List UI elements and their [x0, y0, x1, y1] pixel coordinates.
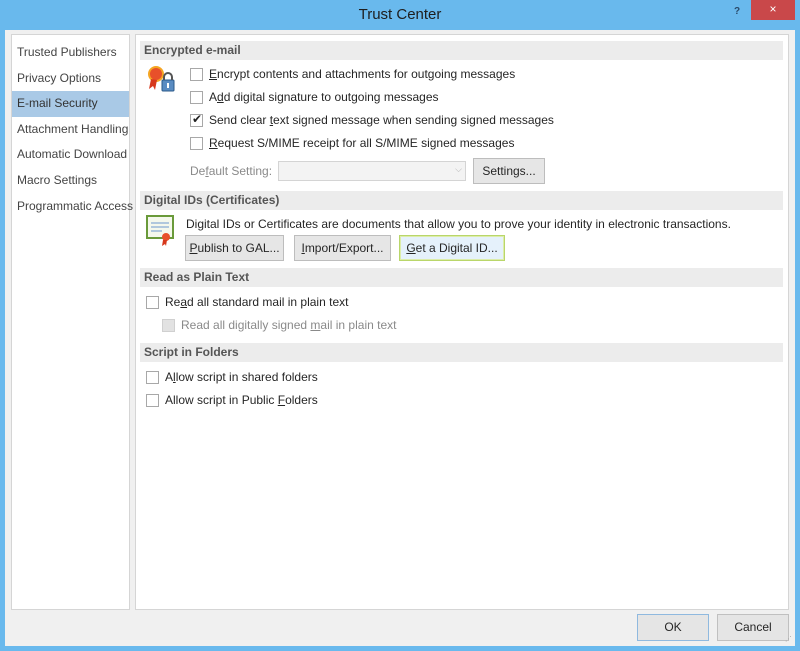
read-standard-mail-option[interactable]: Read all standard mail in plain text — [146, 295, 348, 309]
certificate-icon — [146, 215, 176, 247]
section-header-script-folders: Script in Folders — [140, 343, 783, 362]
send-clear-text-label: Send clear text signed message when send… — [209, 113, 554, 127]
add-signature-checkbox[interactable] — [190, 90, 203, 104]
read-standard-mail-label: Read all standard mail in plain text — [165, 295, 349, 309]
settings-button[interactable]: Settings... — [473, 158, 545, 184]
window-title: Trust Center — [358, 6, 442, 23]
request-receipt-label: Request S/MIME receipt for all S/MIME si… — [209, 136, 515, 150]
section-header-digital-ids: Digital IDs (Certificates) — [140, 191, 783, 210]
title-bar: Trust Center ? × — [0, 0, 800, 30]
close-icon: × — [769, 2, 777, 16]
add-signature-option[interactable]: Add digital signature to outgoing messag… — [190, 90, 439, 104]
import-export-button[interactable]: Import/Export... — [294, 235, 391, 261]
get-digital-id-button[interactable]: Get a Digital ID... — [399, 235, 505, 261]
section-header-plain-text: Read as Plain Text — [140, 268, 783, 287]
allow-script-shared-option[interactable]: Allow script in shared folders — [146, 370, 318, 384]
cancel-button[interactable]: Cancel — [717, 614, 789, 641]
read-standard-mail-checkbox[interactable] — [146, 295, 159, 309]
dialog-body: Trusted Publishers Privacy Options E-mai… — [5, 30, 795, 646]
encrypt-contents-option[interactable]: Encrypt contents and attachments for out… — [190, 67, 515, 81]
digital-ids-description: Digital IDs or Certificates are document… — [186, 217, 731, 231]
send-clear-text-checkbox[interactable] — [190, 112, 203, 127]
chevron-down-icon: ⌵ — [455, 164, 462, 174]
default-setting-label: De f ault Setting: — [190, 164, 273, 178]
request-receipt-option[interactable]: Request S/MIME receipt for all S/MIME si… — [190, 136, 514, 150]
read-signed-mail-label: Read all digitally signed mail in plain … — [181, 318, 397, 332]
section-header-encrypted-email: Encrypted e-mail — [140, 41, 783, 60]
add-signature-label: Add digital signature to outgoing messag… — [209, 90, 439, 104]
publish-to-gal-button[interactable]: Publish to GAL... — [185, 235, 284, 261]
encrypt-contents-label: Encrypt contents and attachments for out… — [209, 67, 516, 81]
sidebar-item-email-security[interactable]: E-mail Security — [12, 91, 129, 117]
sidebar-item-programmatic-access[interactable]: Programmatic Access — [12, 194, 133, 220]
default-setting-dropdown[interactable]: ⌵ — [278, 161, 466, 181]
sidebar-item-privacy-options[interactable]: Privacy Options — [12, 66, 129, 92]
allow-script-public-checkbox[interactable] — [146, 393, 159, 407]
sidebar-item-trusted-publishers[interactable]: Trusted Publishers — [12, 40, 129, 66]
allow-script-public-label: Allow script in Public Folders — [165, 393, 318, 407]
close-button[interactable]: × — [751, 0, 795, 20]
allow-script-shared-checkbox[interactable] — [146, 370, 159, 384]
sidebar-item-macro-settings[interactable]: Macro Settings — [12, 168, 129, 194]
help-button[interactable]: ? — [726, 2, 748, 22]
sidebar-item-attachment-handling[interactable]: Attachment Handling — [12, 117, 129, 143]
resize-grip-icon[interactable]: ⋰ — [785, 636, 793, 644]
encrypt-contents-checkbox[interactable] — [190, 67, 203, 81]
ok-button[interactable]: OK — [637, 614, 709, 641]
allow-script-shared-label: Allow script in shared folders — [165, 370, 318, 384]
read-signed-mail-option[interactable]: Read all digitally signed mail in plain … — [162, 318, 396, 332]
settings-panel: Encrypted e-mail Encrypt contents and at… — [135, 34, 789, 610]
security-lock-icon — [146, 65, 178, 95]
read-signed-mail-checkbox[interactable] — [162, 318, 175, 332]
sidebar: Trusted Publishers Privacy Options E-mai… — [11, 34, 133, 610]
allow-script-public-option[interactable]: Allow script in Public Folders — [146, 393, 318, 407]
sidebar-item-automatic-download[interactable]: Automatic Download — [12, 142, 129, 168]
send-clear-text-option[interactable]: Send clear text signed message when send… — [190, 112, 554, 127]
request-receipt-checkbox[interactable] — [190, 136, 203, 150]
